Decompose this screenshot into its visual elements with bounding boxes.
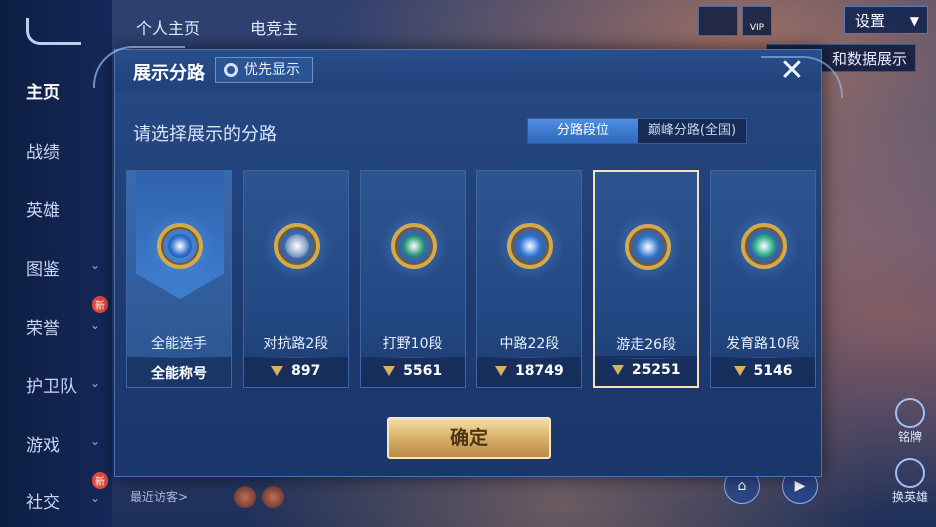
- badge-ring: [273, 223, 320, 269]
- badge-ring: [157, 223, 203, 269]
- gear-icon: [224, 63, 238, 77]
- lane-score: 全能称号: [127, 363, 231, 383]
- lane-score-value: 全能称号: [151, 366, 207, 382]
- nav-item-home[interactable]: 主页: [26, 78, 60, 103]
- badge-ring: [625, 224, 672, 270]
- lane-mode-toggle: 分路段位 巅峰分路(全国): [527, 118, 747, 144]
- chevron-down-icon: ⌄: [90, 376, 101, 390]
- points-icon: [733, 366, 746, 376]
- lane-rank-name: 中路22段: [499, 336, 560, 352]
- confirm-button[interactable]: 确定: [387, 417, 551, 459]
- lane-rank-name: 游走26段: [616, 337, 677, 353]
- nav-item-encyclopedia[interactable]: 图鉴: [26, 255, 60, 280]
- rank-badge-icon: [261, 211, 332, 281]
- vip-badge: VIP: [742, 6, 772, 36]
- dialog-title: 展示分路: [133, 63, 205, 84]
- back-button[interactable]: [26, 18, 81, 45]
- lane-card[interactable]: 打野10段 5561: [359, 170, 466, 388]
- avatar[interactable]: [262, 486, 284, 508]
- lane-score-value: 897: [291, 363, 321, 379]
- priority-display-label: 优先显示: [244, 62, 300, 78]
- chevron-down-icon: ▼: [909, 14, 919, 28]
- new-badge: 新: [92, 472, 108, 489]
- badge-core: [518, 234, 543, 258]
- hero-icon: [895, 458, 925, 488]
- nav-item-social[interactable]: 社交: [26, 488, 60, 513]
- lane-rank-name: 全能选手: [151, 336, 207, 352]
- change-hero-button[interactable]: 换英雄: [890, 458, 930, 505]
- lane-score-value: 5146: [753, 363, 793, 379]
- close-button[interactable]: ✕: [777, 56, 807, 86]
- settings-label: 设置: [855, 12, 886, 30]
- lane-card-list: 全能选手 全能称号 对抗路2段 897 打野10段 5561 中路22段 18749 游走26段…: [126, 170, 816, 388]
- nav-item-heroes[interactable]: 英雄: [26, 196, 60, 221]
- points-icon: [383, 366, 396, 376]
- tab-personal-home[interactable]: 个人主页: [136, 15, 200, 39]
- badge-core: [752, 234, 776, 258]
- lane-rank-name: 打野10段: [382, 336, 443, 352]
- lane-score: 25251: [595, 362, 697, 378]
- tab-peak-lane[interactable]: 巅峰分路(全国): [638, 119, 746, 143]
- badge-core: [284, 234, 309, 258]
- notification-icon[interactable]: [698, 6, 738, 36]
- score-bar: 5146: [711, 357, 815, 387]
- badge-ring: [390, 223, 437, 269]
- recent-visitors-link[interactable]: 最近访客>: [130, 488, 188, 505]
- lane-score-value: 25251: [631, 362, 681, 378]
- chevron-down-icon: ⌄: [90, 318, 101, 332]
- chevron-down-icon: ⌄: [90, 491, 101, 505]
- lane-card[interactable]: 对抗路2段 897: [242, 170, 349, 388]
- score-bar: 25251: [595, 356, 698, 386]
- settings-button[interactable]: 设置 ▼: [844, 6, 928, 34]
- lane-card[interactable]: 全能选手 全能称号: [126, 170, 232, 388]
- dialog-subtitle: 请选择展示的分路: [133, 124, 277, 145]
- nameplate-button[interactable]: 铭牌: [890, 398, 930, 445]
- badge-core: [636, 235, 661, 259]
- nav-item-guard[interactable]: 护卫队: [26, 372, 77, 397]
- priority-display-button[interactable]: 优先显示: [215, 57, 313, 83]
- nav-item-game[interactable]: 游戏: [26, 431, 60, 456]
- points-icon: [495, 366, 508, 376]
- score-bar: 5561: [360, 357, 465, 387]
- rank-badge-icon: [145, 211, 215, 281]
- lane-score: 5561: [361, 363, 465, 379]
- rank-badge-icon: [495, 211, 566, 281]
- change-hero-label: 换英雄: [891, 490, 928, 504]
- lane-rank-name: 发育路10段: [726, 336, 800, 352]
- rank-badge-icon: [613, 212, 684, 282]
- score-bar: 897: [243, 357, 348, 387]
- points-icon: [611, 365, 624, 375]
- nav-item-record[interactable]: 战绩: [26, 138, 60, 163]
- rank-badge-icon: [378, 211, 449, 281]
- nameplate-label: 铭牌: [897, 430, 922, 444]
- tab-lane-rank[interactable]: 分路段位: [528, 119, 638, 143]
- lane-score: 18749: [477, 363, 581, 379]
- lane-card[interactable]: 发育路10段 5146: [710, 170, 816, 388]
- lane-display-dialog: 展示分路 优先显示 ✕ 请选择展示的分路 分路段位 巅峰分路(全国) 全能选手全…: [93, 46, 843, 477]
- nav-item-honor[interactable]: 荣誉: [26, 314, 60, 339]
- badge-core: [168, 234, 192, 258]
- badge-core: [401, 234, 426, 258]
- score-bar: 全能称号: [127, 357, 231, 387]
- tab-esports[interactable]: 电竞主: [250, 15, 298, 39]
- points-icon: [271, 366, 284, 376]
- avatar[interactable]: [234, 486, 256, 508]
- chevron-down-icon: ⌄: [90, 258, 101, 272]
- lane-score-value: 5561: [403, 363, 443, 379]
- nameplate-icon: [895, 398, 925, 428]
- lane-card[interactable]: 中路22段 18749: [476, 170, 583, 388]
- score-bar: 18749: [477, 357, 582, 387]
- lane-rank-name: 对抗路2段: [263, 336, 329, 352]
- lane-score-value: 18749: [515, 363, 564, 379]
- lane-score: 897: [244, 363, 348, 379]
- badge-ring: [741, 223, 787, 269]
- lane-score: 5146: [711, 363, 815, 379]
- rank-badge-icon: [729, 211, 799, 281]
- chevron-down-icon: ⌄: [90, 434, 101, 448]
- lane-card[interactable]: 游走26段 25251: [593, 170, 700, 388]
- new-badge: 新: [92, 296, 108, 313]
